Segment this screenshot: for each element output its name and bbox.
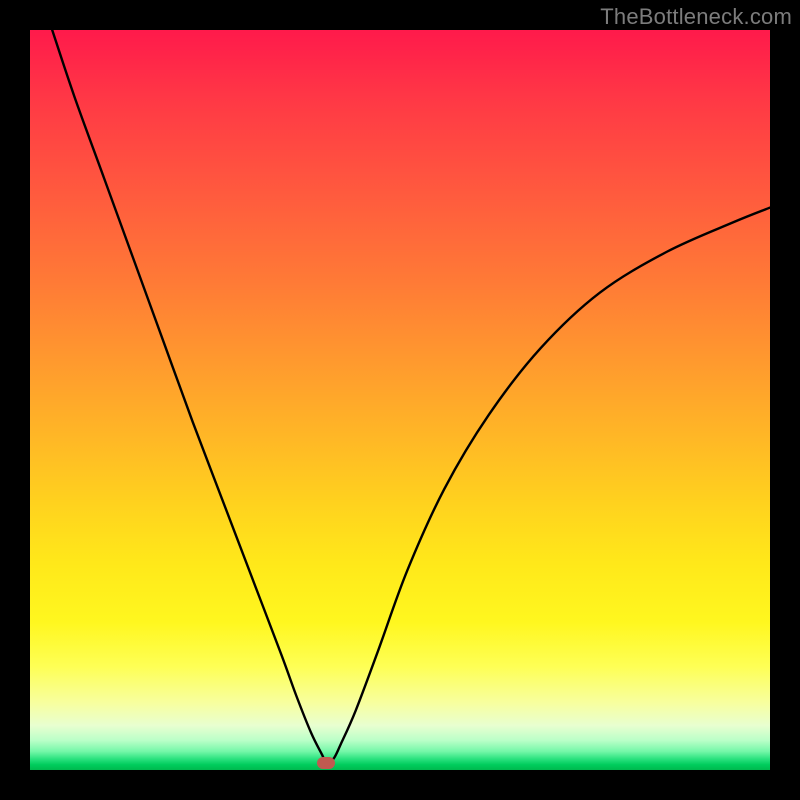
bottleneck-curve <box>30 30 770 770</box>
optimal-marker <box>317 757 335 769</box>
watermark-text: TheBottleneck.com <box>600 4 792 30</box>
chart-frame: TheBottleneck.com <box>0 0 800 800</box>
plot-area <box>30 30 770 770</box>
